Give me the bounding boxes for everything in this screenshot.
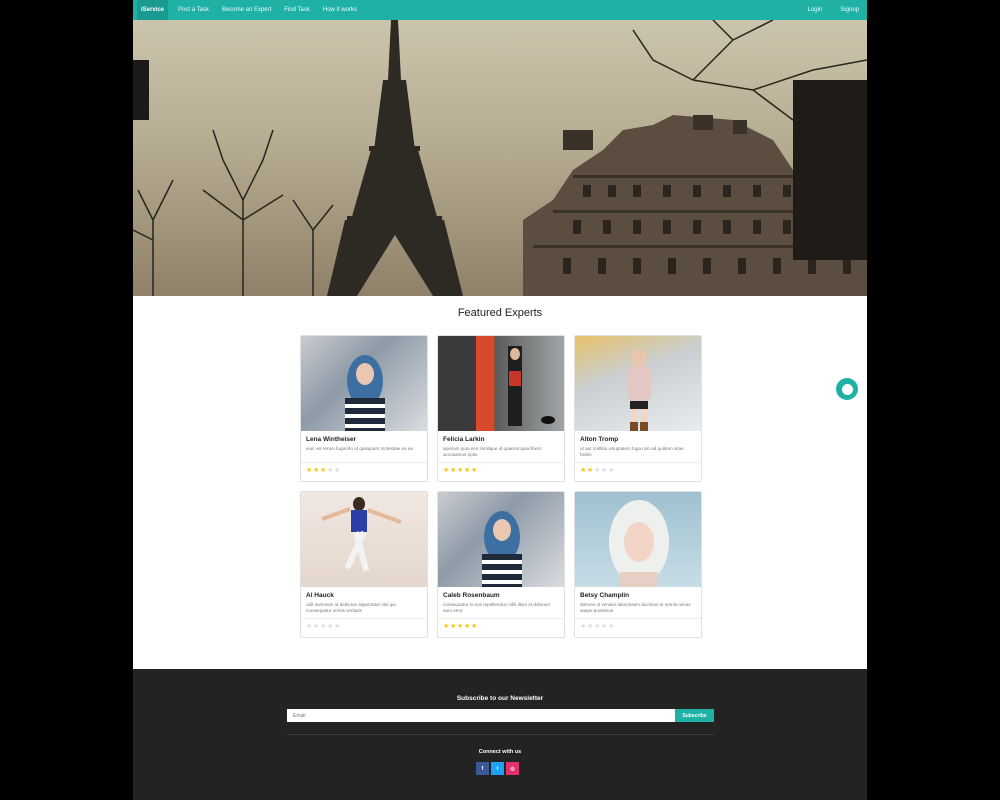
nav-login[interactable]: Login xyxy=(808,7,823,13)
card-divider xyxy=(301,618,427,619)
featured-title: Featured Experts xyxy=(457,307,543,319)
expert-photo[interactable] xyxy=(301,492,427,587)
star-icon: ★ xyxy=(450,467,457,474)
expert-card[interactable]: Lena Wintheiser eius vel rerum fugia illo… xyxy=(300,335,428,482)
nav-find-task[interactable]: Find Task xyxy=(284,7,310,13)
star-icon: ★ xyxy=(594,467,601,474)
card-divider xyxy=(575,618,701,619)
social-links: f t ◎ xyxy=(476,762,519,775)
navbar: iService Post a Task Become an Expert Fi… xyxy=(133,0,867,20)
nav-how-it-works[interactable]: How it works xyxy=(323,7,357,13)
expert-card[interactable]: Alton Tromp ut aut mollitia voluptatem fu… xyxy=(574,335,702,482)
nav-signup[interactable]: Signup xyxy=(840,7,859,13)
expert-card[interactable]: Al Hauck odit inventore id delectus asper… xyxy=(300,491,428,638)
hero-image xyxy=(133,20,867,296)
expert-description: dolores ut veniam laboriosam ducimus et … xyxy=(580,602,691,613)
star-icon: ★ xyxy=(334,623,341,630)
star-icon: ★ xyxy=(608,623,615,630)
star-icon: ★ xyxy=(443,623,450,630)
star-icon: ★ xyxy=(464,623,471,630)
rating-stars: ★ ★ ★ ★ ★ xyxy=(443,466,559,474)
expert-name[interactable]: Lena Wintheiser xyxy=(306,436,422,443)
twitter-icon[interactable]: t xyxy=(491,762,504,775)
star-icon: ★ xyxy=(580,467,587,474)
star-icon: ★ xyxy=(594,623,601,630)
star-icon: ★ xyxy=(471,623,478,630)
nav-become-expert[interactable]: Become an Expert xyxy=(222,7,271,13)
expert-photo[interactable] xyxy=(575,336,701,431)
expert-card[interactable]: Felicia Larkin aperiam quia eos similique… xyxy=(437,335,565,482)
footer-divider xyxy=(287,734,714,735)
star-icon: ★ xyxy=(313,623,320,630)
instagram-icon[interactable]: ◎ xyxy=(506,762,519,775)
star-icon: ★ xyxy=(464,467,471,474)
expert-photo[interactable] xyxy=(438,336,564,431)
newsletter-email-input[interactable] xyxy=(287,709,675,722)
star-icon: ★ xyxy=(580,623,587,630)
expert-photo[interactable] xyxy=(438,492,564,587)
expert-photo[interactable] xyxy=(575,492,701,587)
card-divider xyxy=(301,462,427,463)
star-icon: ★ xyxy=(457,467,464,474)
connect-title: Connect with us xyxy=(478,749,522,755)
expert-card[interactable]: Caleb Rosenbaum consequatur in eos repell… xyxy=(437,491,565,638)
star-icon: ★ xyxy=(450,623,457,630)
expert-description: odit inventore id delectus aspernatur ni… xyxy=(306,602,396,613)
expert-name[interactable]: Alton Tromp xyxy=(580,436,696,443)
star-icon: ★ xyxy=(601,467,608,474)
rating-stars: ★ ★ ★ ★ ★ xyxy=(580,622,696,630)
rating-stars: ★ ★ ★ ★ ★ xyxy=(443,622,559,630)
star-icon: ★ xyxy=(608,467,615,474)
expert-description: ut aut mollitia voluptatem fuga non ad q… xyxy=(580,446,684,457)
nav-post-task[interactable]: Post a Task xyxy=(178,7,209,13)
expert-name[interactable]: Al Hauck xyxy=(306,592,422,599)
star-icon: ★ xyxy=(313,467,320,474)
card-divider xyxy=(438,618,564,619)
hero-paris-illustration xyxy=(133,20,867,296)
expert-description: consequatur in eos repellendus nihil ill… xyxy=(443,602,550,613)
star-icon: ★ xyxy=(334,467,341,474)
expert-name[interactable]: Betsy Champlin xyxy=(580,592,696,599)
star-icon: ★ xyxy=(587,623,594,630)
star-icon: ★ xyxy=(443,467,450,474)
expert-photo[interactable] xyxy=(301,336,427,431)
card-divider xyxy=(575,462,701,463)
star-icon: ★ xyxy=(587,467,594,474)
star-icon: ★ xyxy=(457,623,464,630)
card-divider xyxy=(438,462,564,463)
star-icon: ★ xyxy=(306,467,313,474)
star-icon: ★ xyxy=(327,623,334,630)
subscribe-button[interactable]: Subscribe xyxy=(675,709,714,722)
star-icon: ★ xyxy=(320,623,327,630)
expert-card[interactable]: Betsy Champlin dolores ut veniam laborios… xyxy=(574,491,702,638)
expert-description: eius vel rerum fugia illo ut quisquam mo… xyxy=(306,446,413,451)
rating-stars: ★ ★ ★ ★ ★ xyxy=(306,622,422,630)
star-icon: ★ xyxy=(327,467,334,474)
expert-name[interactable]: Caleb Rosenbaum xyxy=(443,592,559,599)
star-icon: ★ xyxy=(320,467,327,474)
expert-description: aperiam quia eos similique id quaerat qu… xyxy=(443,446,542,457)
rating-stars: ★ ★ ★ ★ ★ xyxy=(580,466,696,474)
newsletter-title: Subscribe to our Newsletter xyxy=(456,695,544,702)
chat-bubble-button[interactable] xyxy=(836,378,858,400)
star-icon: ★ xyxy=(471,467,478,474)
chat-icon xyxy=(841,383,853,395)
star-icon: ★ xyxy=(306,623,313,630)
rating-stars: ★ ★ ★ ★ ★ xyxy=(306,466,422,474)
footer: Subscribe to our Newsletter Subscribe Co… xyxy=(133,669,867,800)
facebook-icon[interactable]: f xyxy=(476,762,489,775)
expert-name[interactable]: Felicia Larkin xyxy=(443,436,559,443)
brand-logo[interactable]: iService xyxy=(137,0,169,20)
star-icon: ★ xyxy=(601,623,608,630)
